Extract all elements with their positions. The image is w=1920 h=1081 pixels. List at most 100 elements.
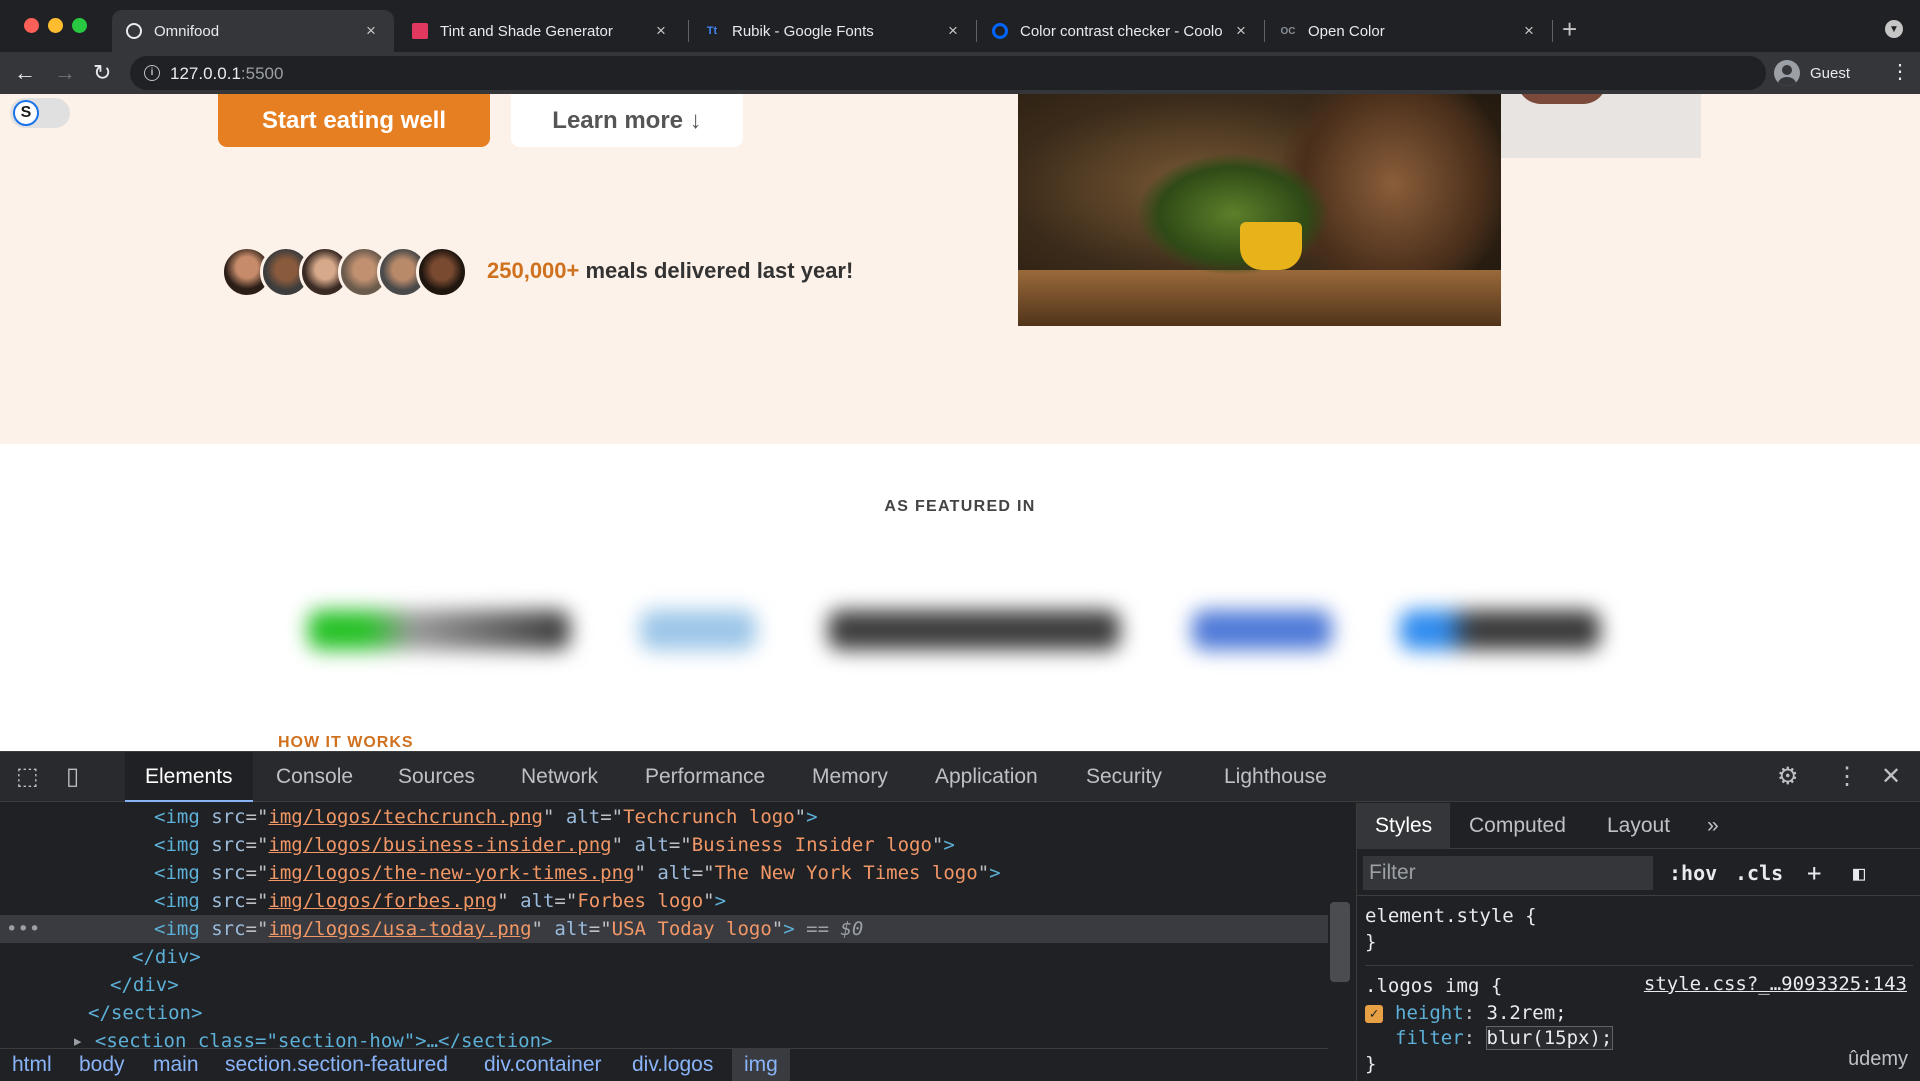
checkbox-icon[interactable]: ✓ [1365, 1004, 1383, 1023]
minimize-window-button[interactable] [48, 18, 63, 33]
close-window-button[interactable] [24, 18, 39, 33]
usa-today-logo [1400, 610, 1600, 650]
dom-scrollbar[interactable] [1330, 902, 1350, 982]
tab-label: Tint and Shade Generator [440, 22, 613, 40]
google-fonts-icon: Tt [706, 25, 718, 37]
hero-food-image [1018, 94, 1501, 326]
tab-search-chevron-icon[interactable]: ▼ [1885, 20, 1903, 38]
new-tab-button[interactable]: + [1562, 16, 1577, 42]
tab-google-fonts[interactable]: Tt Rubik - Google Fonts × [690, 10, 976, 52]
info-icon[interactable]: i [144, 65, 160, 81]
breadcrumb-item[interactable]: main [153, 1049, 199, 1081]
close-devtools-icon[interactable]: ✕ [1881, 764, 1901, 790]
breadcrumb-item-current[interactable]: img [732, 1049, 790, 1081]
breadcrumb-item[interactable]: body [79, 1049, 125, 1081]
breadcrumb-item[interactable]: section.section-featured [225, 1049, 448, 1081]
styles-pane: Styles Computed Layout » Filter :hov .cl… [1356, 803, 1920, 1081]
rule-divider [1365, 965, 1913, 966]
tab-application[interactable]: Application [935, 752, 1038, 802]
close-icon[interactable]: × [944, 21, 962, 41]
tab-elements[interactable]: Elements [125, 752, 253, 802]
meals-count: 250,000+ [487, 258, 580, 283]
more-options-icon[interactable]: ⋮ [1890, 61, 1910, 83]
learn-more-button[interactable]: Learn more ↓ [511, 94, 743, 147]
dom-node-line[interactable]: <img src="img/logos/forbes.png" alt="For… [0, 887, 1328, 915]
dom-node-line[interactable]: <img src="img/logos/techcrunch.png" alt=… [0, 803, 1328, 831]
breadcrumb-item[interactable]: html [12, 1049, 52, 1081]
yellow-cup [1240, 222, 1302, 270]
toggle-sidebar-icon[interactable]: ◧ [1853, 856, 1865, 890]
tab-coolors[interactable]: Color contrast checker - Coolo × [978, 10, 1264, 52]
dom-node-line[interactable]: <img src="img/logos/the-new-york-times.p… [0, 859, 1328, 887]
close-icon[interactable]: × [652, 21, 670, 41]
tab-sources[interactable]: Sources [398, 752, 475, 802]
forbes-logo [1192, 610, 1332, 650]
dom-node-line[interactable]: </section> [0, 999, 1328, 1027]
tab-label: Color contrast checker - Coolo [1020, 22, 1223, 40]
tab-label: Open Color [1308, 22, 1385, 40]
close-icon[interactable]: × [1232, 21, 1250, 41]
tab-console[interactable]: Console [276, 752, 353, 802]
dom-node-line[interactable]: <img src="img/logos/business-insider.png… [0, 831, 1328, 859]
extension-toggle[interactable]: S [10, 98, 70, 128]
url-text[interactable]: 127.0.0.1:5500 [170, 64, 283, 84]
tab-performance[interactable]: Performance [645, 752, 765, 802]
techcrunch-logo [308, 610, 570, 650]
close-icon[interactable]: × [1520, 21, 1538, 41]
close-icon[interactable]: × [362, 21, 380, 41]
back-arrow-icon[interactable]: ← [14, 60, 36, 86]
start-eating-well-button[interactable]: Start eating well [218, 94, 490, 147]
tab-open-color[interactable]: OC Open Color × [1266, 10, 1552, 52]
css-property-height[interactable]: ✓ height: 3.2rem; [1365, 1000, 1567, 1026]
filter-input[interactable]: Filter [1363, 856, 1653, 890]
dom-node-line[interactable]: </div> [0, 943, 1328, 971]
dom-node-line[interactable]: ▸ <section class="section-how">…</sectio… [0, 1027, 1328, 1048]
breadcrumb-item[interactable]: div.logos [632, 1049, 713, 1081]
css-property-filter[interactable]: filter: blur(15px); [1365, 1025, 1614, 1051]
avatar-icon [1774, 60, 1800, 86]
tab-label: Rubik - Google Fonts [732, 22, 874, 40]
profile-label: Guest [1810, 64, 1851, 82]
tab-styles[interactable]: Styles [1357, 803, 1451, 849]
new-rule-plus-icon[interactable]: + [1807, 856, 1821, 890]
selected-marker: == $0 [806, 918, 864, 940]
tab-layout[interactable]: Layout [1607, 803, 1670, 849]
settings-gear-icon[interactable]: ⚙ [1777, 764, 1799, 790]
more-tabs-icon[interactable]: » [1707, 803, 1719, 849]
class-toggle[interactable]: .cls [1735, 856, 1783, 890]
business-insider-logo [640, 610, 756, 650]
tab-computed[interactable]: Computed [1469, 803, 1566, 849]
zoom-window-button[interactable] [72, 18, 87, 33]
inspect-element-icon[interactable]: ⬚ [16, 764, 39, 790]
more-options-icon[interactable]: ⋮ [1835, 764, 1859, 790]
reload-icon[interactable]: ↻ [93, 60, 111, 86]
coolors-icon [992, 23, 1008, 39]
rule-close-brace: } [1365, 931, 1377, 953]
breadcrumb-item[interactable]: div.container [484, 1049, 602, 1081]
hover-state-toggle[interactable]: :hov [1669, 856, 1717, 890]
address-bar[interactable]: i 127.0.0.1:5500 [130, 56, 1766, 90]
tab-omnifood[interactable]: Omnifood × [112, 10, 394, 52]
profile-button[interactable]: Guest [1774, 56, 1850, 90]
customer-avatar [416, 246, 468, 298]
tab-network[interactable]: Network [521, 752, 598, 802]
tab-lighthouse[interactable]: Lighthouse [1224, 752, 1327, 802]
logos-img-selector[interactable]: .logos img { [1365, 973, 1502, 999]
device-toolbar-icon[interactable]: ▯ [66, 764, 79, 790]
forward-arrow-icon[interactable]: → [54, 60, 76, 86]
tab-divider [1264, 20, 1265, 42]
dom-node-line[interactable]: </div> [0, 971, 1328, 999]
tab-tint-shade[interactable]: Tint and Shade Generator × [398, 10, 684, 52]
stylesheet-link[interactable]: style.css?_…9093325:143 [1644, 973, 1907, 995]
tab-divider [976, 20, 977, 42]
tab-memory[interactable]: Memory [812, 752, 888, 802]
dom-node-line-selected[interactable]: ••• <img src="img/logos/usa-today.png" al… [0, 915, 1328, 943]
tab-security[interactable]: Security [1086, 752, 1162, 802]
new-york-times-logo [828, 610, 1120, 650]
hero-section: Start eating well Learn more ↓ 250,000+ … [0, 94, 1920, 444]
breadcrumb: html body main section.section-featured … [0, 1048, 1328, 1081]
tab-divider [688, 20, 689, 42]
node-actions-icon[interactable]: ••• [6, 915, 40, 943]
how-it-works-heading: HOW IT WORKS [278, 734, 414, 751]
element-style-selector[interactable]: element.style { [1365, 903, 1537, 929]
